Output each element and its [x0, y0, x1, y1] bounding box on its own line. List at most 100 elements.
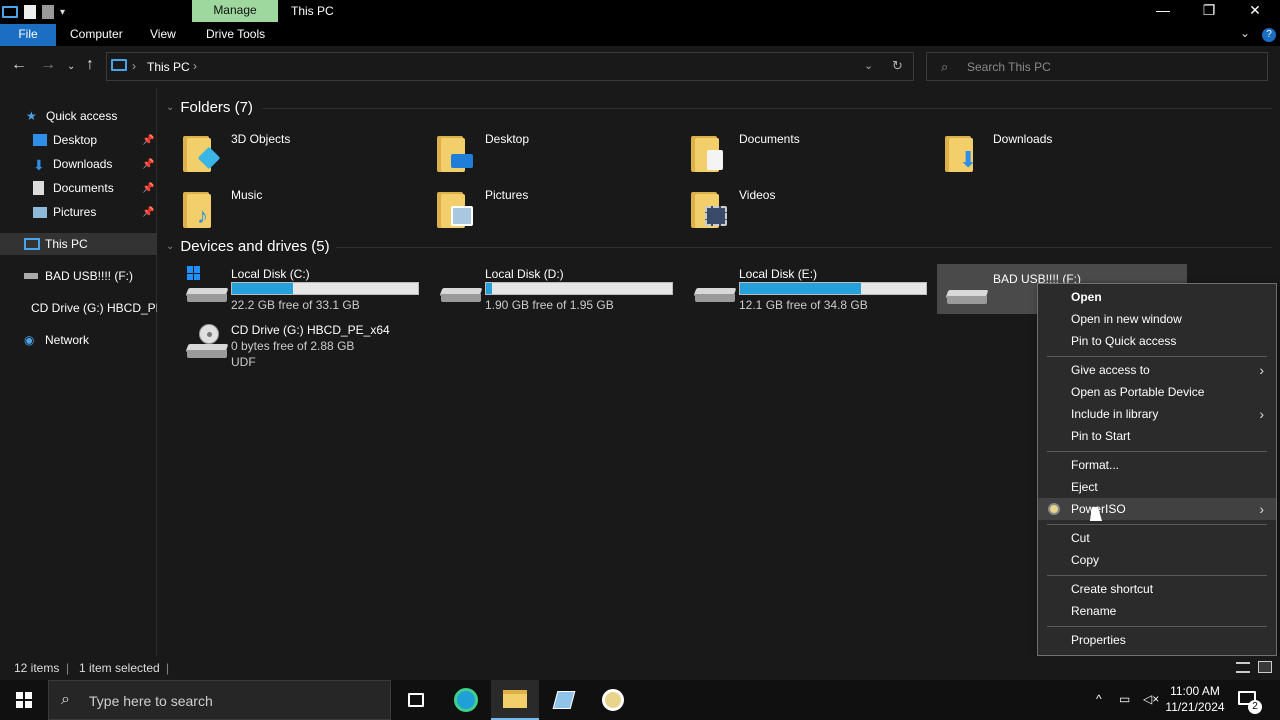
- document-icon: [33, 181, 44, 195]
- refresh-icon[interactable]: ↻: [892, 58, 903, 74]
- tab-computer[interactable]: Computer: [58, 24, 135, 46]
- notification-badge: 2: [1248, 700, 1262, 714]
- drive-g[interactable]: CD Drive (G:) HBCD_PE_x64 0 bytes free o…: [181, 320, 431, 380]
- desktop-icon: [33, 134, 47, 146]
- videos-folder-icon: [689, 188, 727, 228]
- music-folder-icon: ♪: [181, 188, 217, 228]
- nav-quick-access[interactable]: ★ Quick access: [0, 105, 157, 127]
- nav-this-pc[interactable]: This PC: [0, 233, 157, 255]
- menu-item-include-library[interactable]: Include in library ›: [1038, 403, 1276, 425]
- taskbar-search-input[interactable]: Type here to search: [89, 693, 213, 709]
- computer-icon[interactable]: [2, 6, 18, 18]
- chevron-down-icon[interactable]: ⌄: [1240, 26, 1250, 40]
- minimize-button[interactable]: —: [1140, 0, 1186, 22]
- 3d-objects-folder-icon: [181, 132, 221, 172]
- customize-qat-icon[interactable]: ▾: [60, 7, 65, 18]
- menu-separator: [1047, 451, 1267, 452]
- menu-item-properties[interactable]: Properties: [1038, 629, 1276, 651]
- folder-music[interactable]: ♪ Music: [181, 182, 431, 232]
- show-hidden-icons-icon[interactable]: ^: [1096, 692, 1102, 706]
- folder-pictures[interactable]: Pictures: [435, 182, 685, 232]
- file-explorer-icon: [503, 690, 527, 708]
- large-icons-view-icon[interactable]: [1258, 661, 1272, 673]
- menu-item-cut[interactable]: Cut: [1038, 527, 1276, 549]
- menu-item-open[interactable]: Open: [1038, 286, 1276, 308]
- taskbar-app[interactable]: [540, 680, 588, 720]
- breadcrumb-chevron-icon[interactable]: ›: [193, 59, 197, 73]
- folder-documents[interactable]: Documents: [689, 126, 939, 176]
- menu-item-format[interactable]: Format...: [1038, 454, 1276, 476]
- start-button[interactable]: [0, 680, 48, 720]
- devices-group-header[interactable]: ⌄ Devices and drives (5): [166, 238, 330, 255]
- folder-downloads[interactable]: ⬇ Downloads: [943, 126, 1193, 176]
- recent-locations-chevron-icon[interactable]: ⌄: [67, 61, 75, 72]
- chevron-down-icon[interactable]: ⌄: [166, 102, 174, 113]
- menu-item-rename[interactable]: Rename: [1038, 600, 1276, 622]
- drive-e[interactable]: Local Disk (E:) 12.1 GB free of 34.8 GB: [689, 264, 939, 314]
- tab-drive-tools[interactable]: Drive Tools: [194, 24, 277, 46]
- chevron-down-icon[interactable]: ⌄: [166, 241, 174, 252]
- nav-drive-g[interactable]: CD Drive (G:) HBCD_PE_x64: [0, 297, 157, 319]
- details-view-icon[interactable]: [1236, 662, 1250, 673]
- nav-drive-f[interactable]: BAD USB!!!! (F:): [0, 265, 157, 287]
- tab-file[interactable]: File: [0, 24, 56, 46]
- menu-item-copy[interactable]: Copy: [1038, 549, 1276, 571]
- menu-item-create-shortcut[interactable]: Create shortcut: [1038, 578, 1276, 600]
- drive-c[interactable]: Local Disk (C:) 22.2 GB free of 33.1 GB: [181, 264, 431, 314]
- nav-documents[interactable]: Documents 📌: [0, 177, 157, 199]
- up-arrow-icon[interactable]: ↑: [86, 56, 94, 74]
- menu-item-eject[interactable]: Eject: [1038, 476, 1276, 498]
- menu-item-open-new-window[interactable]: Open in new window: [1038, 308, 1276, 330]
- manage-tab[interactable]: Manage: [192, 0, 278, 22]
- close-button[interactable]: ✕: [1232, 0, 1278, 22]
- taskbar-file-explorer[interactable]: [491, 680, 539, 720]
- menu-item-pin-quick-access[interactable]: Pin to Quick access: [1038, 330, 1276, 352]
- maximize-button[interactable]: ❐: [1186, 0, 1232, 22]
- context-menu: Open Open in new window Pin to Quick acc…: [1037, 283, 1277, 656]
- folder-3d-objects[interactable]: 3D Objects: [181, 126, 431, 176]
- menu-item-poweriso[interactable]: PowerISO ›: [1038, 498, 1276, 520]
- search-box[interactable]: ⌕ Search This PC: [926, 52, 1268, 81]
- drive-free-space: 12.1 GB free of 34.8 GB: [739, 298, 868, 312]
- address-bar[interactable]: › This PC › ⌄ ↻: [106, 52, 914, 81]
- new-folder-icon[interactable]: [42, 5, 54, 19]
- edge-browser-icon: [454, 688, 478, 712]
- menu-item-pin-start[interactable]: Pin to Start: [1038, 425, 1276, 447]
- back-arrow-icon[interactable]: ←: [11, 56, 27, 74]
- group-divider: [336, 247, 1272, 248]
- menu-item-give-access[interactable]: Give access to ›: [1038, 359, 1276, 381]
- address-dropdown-icon[interactable]: ⌄: [864, 59, 873, 72]
- drive-name: Local Disk (C:): [231, 267, 310, 281]
- nav-network[interactable]: ◉ Network: [0, 329, 157, 351]
- pictures-folder-icon: [435, 188, 473, 228]
- help-icon[interactable]: ?: [1262, 28, 1276, 42]
- drive-name: Local Disk (D:): [485, 267, 564, 281]
- taskbar-poweriso[interactable]: [589, 680, 637, 720]
- menu-item-open-portable-device[interactable]: Open as Portable Device: [1038, 381, 1276, 403]
- nav-desktop[interactable]: Desktop 📌: [0, 129, 157, 151]
- chevron-right-icon: ›: [1259, 406, 1264, 422]
- system-clock[interactable]: 11:00 AM 11/21/2024: [1162, 683, 1228, 715]
- search-input[interactable]: Search This PC: [967, 60, 1051, 74]
- properties-icon[interactable]: [24, 5, 36, 19]
- task-view-button[interactable]: [392, 680, 440, 720]
- forward-arrow-icon[interactable]: →: [40, 56, 56, 74]
- tab-view[interactable]: View: [138, 24, 188, 46]
- breadcrumb-this-pc[interactable]: This PC: [147, 60, 190, 74]
- taskbar-search[interactable]: ⌕ Type here to search: [48, 680, 391, 720]
- volume-muted-icon[interactable]: ◁×: [1143, 692, 1159, 706]
- nav-pictures[interactable]: Pictures 📌: [0, 201, 157, 223]
- taskbar-edge[interactable]: [442, 680, 490, 720]
- folder-name: Videos: [739, 188, 776, 202]
- clock-time: 11:00 AM: [1170, 684, 1220, 698]
- drive-d[interactable]: Local Disk (D:) 1.90 GB free of 1.95 GB: [435, 264, 685, 314]
- drive-usage-bar: [485, 282, 673, 295]
- documents-folder-icon: [689, 132, 725, 172]
- folder-name: Downloads: [993, 132, 1053, 146]
- drive-filesystem: UDF: [231, 355, 256, 369]
- folder-videos[interactable]: Videos: [689, 182, 939, 232]
- folders-group-header[interactable]: ⌄ Folders (7): [166, 99, 253, 116]
- network-status-icon[interactable]: ▭: [1119, 692, 1130, 706]
- folder-desktop[interactable]: Desktop: [435, 126, 685, 176]
- nav-downloads[interactable]: ⬇ Downloads 📌: [0, 153, 157, 175]
